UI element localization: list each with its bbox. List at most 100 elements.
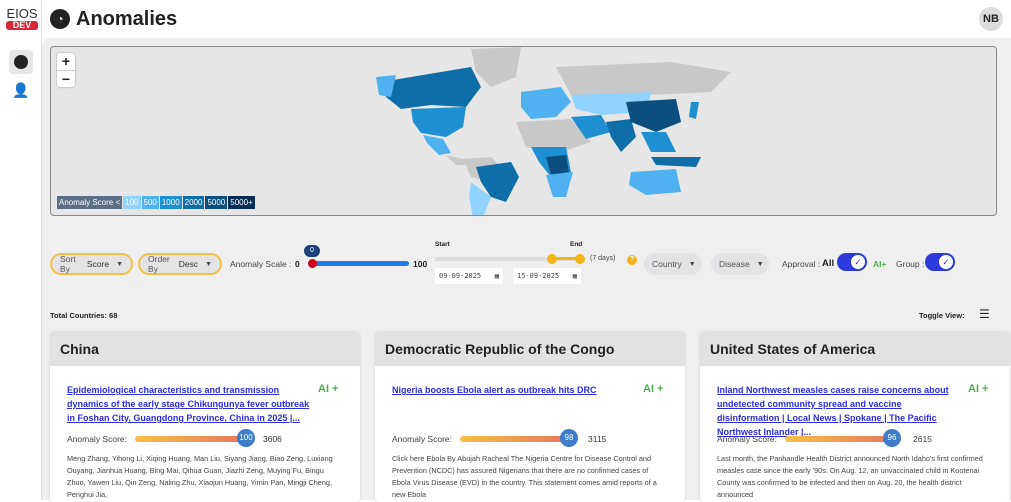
score-badge: 100 [237,429,255,447]
approval-label: Approval : [782,259,821,269]
start-label: Start [435,241,450,248]
article-count: 3115 [588,434,607,444]
score-label: Anomaly Score: [392,434,452,444]
help-icon[interactable]: ? [627,255,637,265]
world-map[interactable]: + − Anomaly Score < 100 500 1000 2000 50… [50,46,997,216]
calendar-icon[interactable]: ▦ [573,272,577,280]
indonesia [651,157,701,167]
article-link[interactable]: Inland Northwest measles cases raise con… [717,383,962,439]
mexico [423,135,451,155]
date-range-duration: (7 days) [590,255,616,262]
sort-by-label: Sort By [60,254,76,274]
ai-plus-button[interactable]: AI + [318,383,338,395]
canada [381,67,481,109]
calendar-icon[interactable]: ▦ [495,272,499,280]
article-link[interactable]: Epidemiological characteristics and tran… [67,383,312,425]
legend-bin: 1000 [159,196,182,209]
page-header: ◔ Anomalies [50,6,177,32]
page-title: Anomalies [76,7,178,30]
score-badge: 98 [560,429,578,447]
total-countries: Total Countries: 68 [50,311,118,320]
sidebar-item-users[interactable]: 👤 [9,78,33,102]
end-date-input[interactable]: 15-09-2025 ▦ [513,268,581,284]
start-date-value: 09-09-2025 [439,272,482,280]
country-select[interactable]: Country ▼ [644,253,702,275]
order-by-select[interactable]: Order By Desc ▼ [138,253,222,275]
group-label: Group : [896,259,925,269]
ai-plus-button[interactable]: AI + [968,383,988,395]
card-country: China [50,332,360,366]
article-description: Meng Zhang, Yihong Li, Xiqing Huang, Man… [67,454,333,499]
legend-label: Anomaly Score < [57,196,123,209]
article-count: 2615 [913,434,932,444]
caret-down-icon: ▼ [756,260,764,268]
score-bar [785,436,895,442]
eios-logo[interactable]: EIOS DEV [6,6,38,30]
end-label: End [570,241,583,248]
caret-down-icon: ▼ [116,260,123,268]
ai-plus-label: AI+ [873,259,887,269]
sidebar: EIOS DEV 👤 [0,0,42,500]
anomaly-scale-label: Anomaly Scale : [230,259,292,269]
country-card: Democratic Republic of the Congo Nigeria… [375,332,685,502]
avatar[interactable]: NB [979,7,1003,31]
legend-bin: 100 [123,196,141,209]
filter-bar: Sort By Score ▼ Order By Desc ▼ Anomaly Scal… [50,241,1005,290]
legend-bin: 2000 [182,196,205,209]
approval-value: All [822,258,835,269]
central-america [446,155,466,165]
japan [689,102,699,119]
logo-text: EIOS [6,6,38,21]
score-bar [460,436,570,442]
map-zoom-controls: + − [57,53,75,87]
australia [629,169,681,195]
sidebar-item-anomalies[interactable] [9,50,33,74]
country-card: China Epidemiological characteristics an… [50,332,360,502]
article-description: Click here Ebola By Abujah Racheal The N… [392,454,657,499]
start-date-handle[interactable] [547,254,557,264]
disease-label: Disease [719,259,750,269]
card-country: Democratic Republic of the Congo [375,332,685,366]
choropleth-map[interactable] [51,47,997,216]
country-label: Country [652,259,682,269]
approval-toggle[interactable]: ✓ [837,253,867,271]
caret-down-icon: ▼ [205,260,212,268]
ai-plus-button[interactable]: AI + [643,383,663,395]
disease-select[interactable]: Disease ▼ [711,253,769,275]
score-badge: 96 [883,429,901,447]
article-count: 3606 [263,434,282,444]
caret-down-icon: ▼ [688,260,696,268]
legend-bin: 5000 [205,196,228,209]
start-date-input[interactable]: 09-09-2025 ▦ [435,268,503,284]
india [606,119,636,152]
anomaly-scale-slider[interactable] [312,261,409,266]
end-date-handle[interactable] [575,254,585,264]
score-label: Anomaly Score: [717,434,777,444]
end-date-value: 15-09-2025 [517,272,560,280]
russia [556,62,731,97]
slider-handle[interactable] [308,259,317,268]
china [626,99,681,132]
se-asia [641,132,676,152]
score-bar [135,436,245,442]
check-icon: ✓ [939,255,953,269]
sort-by-select[interactable]: Sort By Score ▼ [50,253,133,275]
logo-badge: DEV [6,21,38,30]
map-legend: Anomaly Score < 100 500 1000 2000 5000 5… [57,196,255,209]
list-view-icon[interactable]: ☰ [979,307,990,321]
score-label: Anomaly Score: [67,434,127,444]
main-panel: + − Anomaly Score < 100 500 1000 2000 50… [42,38,1011,502]
zoom-out-button[interactable]: − [57,70,75,87]
order-by-label: Order By [148,254,170,274]
europe [521,87,571,119]
gauge-icon: ◔ [50,9,70,29]
article-link[interactable]: Nigeria boosts Ebola alert as outbreak h… [392,383,637,397]
group-toggle[interactable]: ✓ [925,253,955,271]
toggle-view-label: Toggle View: [919,311,965,320]
south-africa [546,172,573,197]
usa [411,107,466,137]
zoom-in-button[interactable]: + [57,53,75,70]
person-icon: 👤 [12,81,30,98]
anomaly-scale-min: 0 [295,259,300,269]
gauge-icon [14,55,28,69]
